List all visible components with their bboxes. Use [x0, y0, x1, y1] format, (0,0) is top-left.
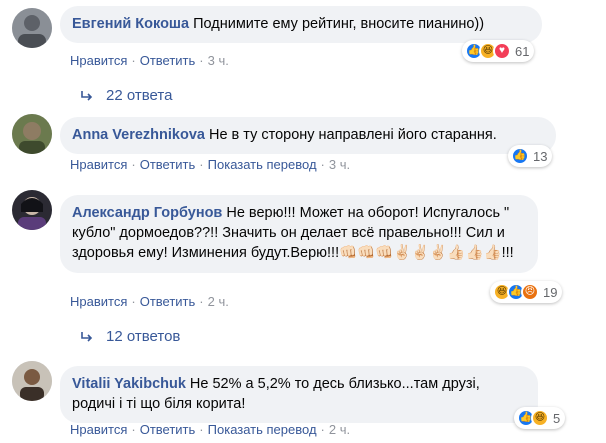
reply-link[interactable]: Ответить — [140, 157, 196, 172]
comment-author[interactable]: Евгений Кокоша — [72, 16, 189, 32]
comment-text: Поднимите ему рейтинг, вносите пианино)) — [193, 16, 485, 32]
timestamp[interactable]: 2 ч. — [329, 422, 350, 437]
replies-count[interactable]: 12 ответов — [106, 328, 180, 345]
replies-count[interactable]: 22 ответа — [106, 87, 172, 104]
reply-arrow-icon — [81, 90, 93, 101]
reaction-count: 61 — [515, 43, 530, 59]
like-reaction-icon: 👍 — [511, 147, 529, 165]
timestamp[interactable]: 3 ч. — [329, 157, 350, 172]
comment-author[interactable]: Anna Verezhnikova — [72, 127, 205, 143]
show-translation-link[interactable]: Показать перевод — [208, 422, 317, 437]
reactions-summary[interactable]: 👍 😆 5 — [514, 407, 566, 429]
reaction-count: 13 — [533, 148, 548, 164]
like-link[interactable]: Нравится — [70, 53, 127, 68]
reply-arrow-icon — [81, 331, 93, 342]
separator: · — [131, 53, 136, 68]
separator: · — [320, 157, 325, 172]
avatar[interactable] — [12, 361, 52, 401]
avatar[interactable] — [12, 190, 52, 230]
reply-link[interactable]: Ответить — [140, 422, 196, 437]
comment-actions: Нравится · Ответить · 2 ч. — [70, 294, 229, 309]
love-reaction-icon: ♥ — [493, 42, 511, 60]
reaction-count: 5 — [553, 410, 561, 426]
comment-bubble: Александр Горбунов Не верю!!! Может на об… — [60, 195, 538, 273]
comment-actions: Нравится · Ответить · Показать перевод ·… — [70, 422, 350, 437]
separator: · — [131, 157, 136, 172]
reactions-summary[interactable]: 😆 👍 😠 19 — [490, 281, 563, 303]
timestamp[interactable]: 2 ч. — [208, 294, 229, 309]
comment-author[interactable]: Vitalii Yakibchuk — [72, 376, 186, 392]
separator: · — [320, 422, 325, 437]
separator: · — [131, 294, 136, 309]
reaction-count: 19 — [543, 284, 558, 300]
avatar[interactable] — [12, 114, 52, 154]
separator: · — [199, 294, 204, 309]
reply-link[interactable]: Ответить — [140, 53, 196, 68]
timestamp[interactable]: 3 ч. — [208, 53, 229, 68]
separator: · — [199, 422, 204, 437]
comment-actions: Нравится · Ответить · Показать перевод ·… — [70, 157, 350, 172]
comment-bubble: Vitalii Yakibchuk Не 52% а 5,2% то десь б… — [60, 366, 538, 423]
reactions-summary[interactable]: 👍 13 — [508, 145, 553, 167]
reactions-summary[interactable]: 👍 😆 ♥ 61 — [462, 40, 535, 62]
comment-bubble: Anna Verezhnikova Не в ту сторону направл… — [60, 117, 556, 154]
view-replies-link[interactable]: 12 ответов — [80, 328, 180, 345]
comment-bubble: Евгений Кокоша Поднимите ему рейтинг, вно… — [60, 6, 542, 43]
show-translation-link[interactable]: Показать перевод — [208, 157, 317, 172]
separator: · — [199, 157, 204, 172]
comment-actions: Нравится · Ответить · 3 ч. — [70, 53, 229, 68]
comment-text: Не в ту сторону направлені його старання… — [208, 127, 497, 143]
like-link[interactable]: Нравится — [70, 294, 127, 309]
reply-link[interactable]: Ответить — [140, 294, 196, 309]
like-link[interactable]: Нравится — [70, 157, 127, 172]
avatar[interactable] — [12, 8, 52, 48]
comment-author[interactable]: Александр Горбунов — [72, 205, 222, 221]
separator: · — [131, 422, 136, 437]
like-link[interactable]: Нравится — [70, 422, 127, 437]
haha-reaction-icon: 😆 — [531, 409, 549, 427]
separator: · — [199, 53, 204, 68]
angry-reaction-icon: 😠 — [521, 283, 539, 301]
view-replies-link[interactable]: 22 ответа — [80, 87, 172, 104]
